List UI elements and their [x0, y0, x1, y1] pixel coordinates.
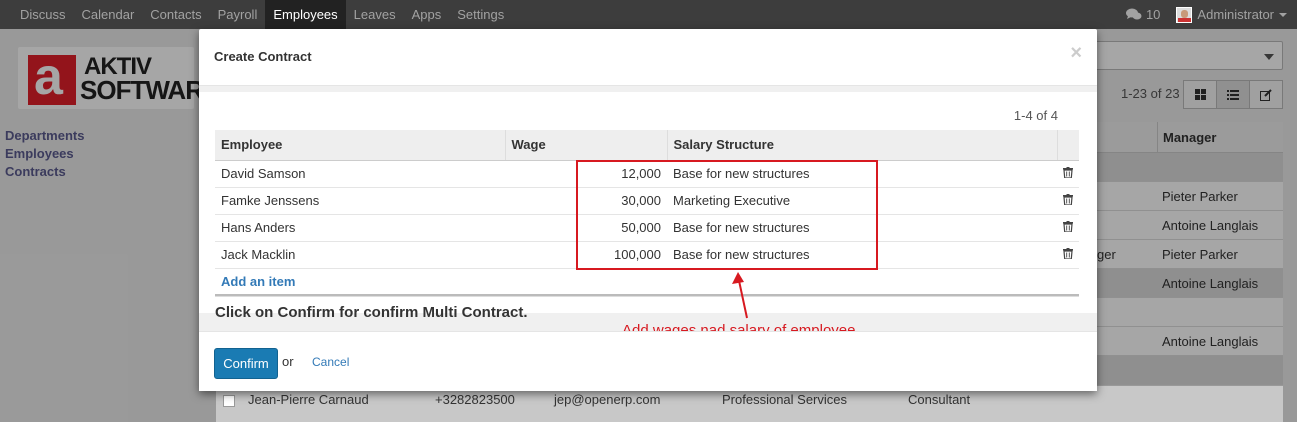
menu-employees[interactable]: Employees	[265, 0, 346, 29]
add-item-link[interactable]: Add an item	[221, 274, 295, 289]
lines-pager[interactable]: 1-4 of 4	[1014, 108, 1058, 123]
menu-contacts[interactable]: Contacts	[142, 0, 209, 29]
dialog-title: Create Contract	[214, 49, 312, 64]
delete-row-button[interactable]	[1057, 160, 1079, 188]
annotation-arrow-icon	[732, 272, 748, 319]
trash-icon	[1063, 221, 1073, 233]
menu-payroll[interactable]: Payroll	[210, 0, 266, 29]
user-name[interactable]: Administrator	[1197, 7, 1274, 22]
divider	[215, 294, 1079, 297]
chat-bubbles-icon	[1125, 8, 1142, 20]
trash-icon	[1063, 167, 1073, 179]
delete-row-button[interactable]	[1057, 214, 1079, 242]
column-salary-structure[interactable]: Salary Structure	[667, 130, 1058, 161]
menu-calendar[interactable]: Calendar	[74, 0, 143, 29]
top-navbar: Discuss Calendar Contacts Payroll Employ…	[0, 0, 1297, 29]
table-row[interactable]: Jean-Pierre Carnaud +3282823500 jep@open…	[216, 386, 1283, 422]
employee-cell[interactable]: Hans Anders	[215, 214, 505, 242]
delete-row-button[interactable]	[1057, 241, 1079, 269]
delete-row-button[interactable]	[1057, 187, 1079, 215]
employee-cell[interactable]: Famke Jenssens	[215, 187, 505, 215]
annotation-highlight-box	[576, 160, 878, 270]
contract-lines-form: 1-4 of 4 Employee Wage Salary Structure …	[199, 92, 1097, 339]
or-label: or	[282, 354, 294, 369]
job-cell: Consultant	[908, 392, 971, 407]
create-contract-dialog: Create Contract × 1-4 of 4 Employee Wage…	[199, 29, 1097, 391]
employee-cell[interactable]: Jack Macklin	[215, 241, 505, 269]
navbar-right: 10 Administrator	[1125, 0, 1287, 29]
row-checkbox[interactable]	[223, 395, 235, 407]
menu-apps[interactable]: Apps	[404, 0, 450, 29]
menu-leaves[interactable]: Leaves	[346, 0, 404, 29]
menu-settings[interactable]: Settings	[449, 0, 512, 29]
column-actions	[1057, 130, 1079, 161]
confirm-button[interactable]: Confirm	[214, 348, 278, 379]
employee-name-cell: Jean-Pierre Carnaud	[248, 392, 369, 407]
dialog-header: Create Contract ×	[199, 29, 1097, 86]
add-item-row: Add an item	[215, 268, 1079, 295]
trash-icon	[1063, 194, 1073, 206]
trash-icon	[1063, 248, 1073, 260]
email-cell: jep@openerp.com	[554, 392, 661, 407]
dialog-footer: Confirm or Cancel	[199, 331, 1097, 391]
chevron-down-icon	[1279, 12, 1287, 17]
avatar[interactable]	[1176, 6, 1193, 23]
confirm-instruction: Click on Confirm for confirm Multi Contr…	[215, 304, 528, 321]
column-wage[interactable]: Wage	[505, 130, 668, 161]
department-cell: Professional Services	[722, 392, 847, 407]
messages-button[interactable]: 10	[1125, 7, 1161, 22]
dialog-body: 1-4 of 4 Employee Wage Salary Structure …	[199, 86, 1097, 339]
main-menu: Discuss Calendar Contacts Payroll Employ…	[0, 0, 1297, 29]
menu-discuss[interactable]: Discuss	[12, 0, 74, 29]
close-icon[interactable]: ×	[1070, 43, 1082, 63]
cancel-button[interactable]: Cancel	[312, 355, 349, 369]
messages-count: 10	[1145, 7, 1161, 22]
employee-cell[interactable]: David Samson	[215, 160, 505, 188]
column-employee[interactable]: Employee	[215, 130, 506, 161]
phone-cell: +3282823500	[435, 392, 515, 407]
